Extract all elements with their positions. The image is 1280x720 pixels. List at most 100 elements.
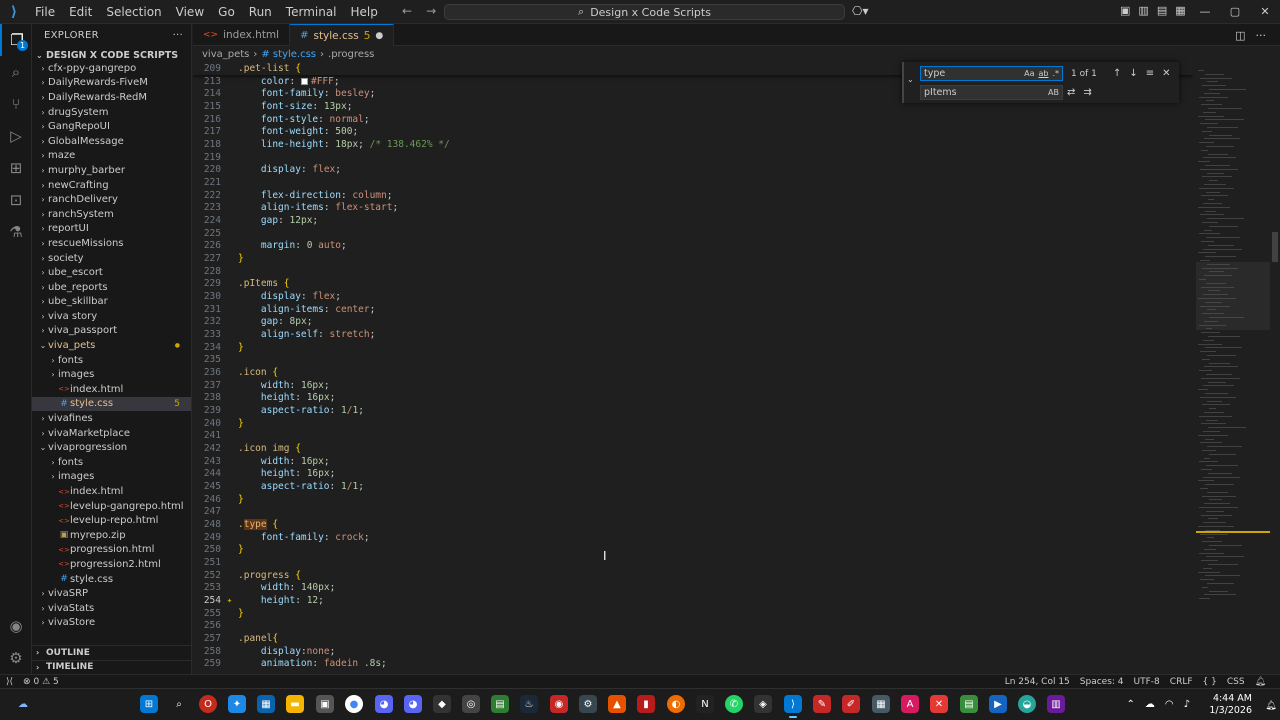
- code-line[interactable]: 247: [193, 506, 1193, 519]
- copilot-icon[interactable]: ⎔▾: [852, 4, 869, 18]
- code-line[interactable]: 253 width: 140px;: [193, 582, 1193, 595]
- tab-style-css[interactable]: # style.css 5 ●: [290, 24, 395, 46]
- search-activity-icon[interactable]: ⌕: [0, 56, 32, 88]
- testing-icon[interactable]: ⚗: [0, 216, 32, 248]
- layout-icon[interactable]: ▣: [1120, 4, 1130, 17]
- winrar-icon[interactable]: ▥: [1047, 695, 1065, 713]
- tree-folder[interactable]: › GlobalMessage: [32, 134, 191, 149]
- outline-section[interactable]: › OUTLINE: [32, 645, 191, 660]
- settings-app-icon[interactable]: ⚙: [579, 695, 597, 713]
- tree-folder[interactable]: › ube_skillbar: [32, 295, 191, 310]
- menu-item-view[interactable]: View: [169, 0, 211, 24]
- opera-icon[interactable]: O: [199, 695, 217, 713]
- code-line[interactable]: 231 align-items: center;: [193, 303, 1193, 316]
- discord-icon[interactable]: ◕: [404, 695, 422, 713]
- more-actions-icon[interactable]: ···: [173, 30, 183, 41]
- pen-app-icon[interactable]: ✎: [813, 695, 831, 713]
- tree-folder[interactable]: › society: [32, 251, 191, 266]
- lightbulb-icon[interactable]: ✦: [221, 596, 238, 606]
- tree-file[interactable]: # style.css 5: [32, 396, 191, 412]
- maximize-icon[interactable]: ▢: [1220, 0, 1250, 24]
- figma-icon[interactable]: ◆: [433, 695, 451, 713]
- toggle-replace-chevron-icon[interactable]: ⌄: [907, 75, 914, 84]
- volume-icon[interactable]: ♪: [1184, 699, 1190, 710]
- code-line[interactable]: 246}: [193, 493, 1193, 506]
- find-in-selection-icon[interactable]: ≡: [1146, 68, 1154, 79]
- replace-icon[interactable]: ⇄: [1067, 87, 1075, 98]
- vlc-icon[interactable]: ▲: [608, 695, 626, 713]
- source-control-icon[interactable]: ⑂: [0, 88, 32, 120]
- code-line[interactable]: 223 align-items: flex-start;: [193, 201, 1193, 214]
- tray-chevron-icon[interactable]: ⌃: [1126, 699, 1134, 710]
- back-arrow-icon[interactable]: ←: [402, 4, 412, 18]
- previous-match-icon[interactable]: ↑: [1113, 68, 1121, 79]
- store-icon[interactable]: ▦: [257, 695, 275, 713]
- tree-folder[interactable]: ⌄ viva_pets ●: [32, 338, 191, 353]
- timeline-section[interactable]: › TIMELINE: [32, 659, 191, 675]
- tree-folder[interactable]: › viva story: [32, 309, 191, 324]
- split-editor-icon[interactable]: ◫: [1235, 29, 1245, 42]
- notifications-bell-icon[interactable]: 🔔︎: [1255, 677, 1266, 687]
- code-line[interactable]: 227}: [193, 252, 1193, 265]
- firefox-icon[interactable]: ◐: [667, 695, 685, 713]
- code-line[interactable]: 249 font-family: crock;: [193, 531, 1193, 544]
- code-line[interactable]: 243 width: 16px;: [193, 455, 1193, 468]
- chrome-icon[interactable]: ●: [345, 695, 363, 713]
- tree-folder[interactable]: › vivaStats: [32, 601, 191, 616]
- tree-folder[interactable]: › ranchSystem: [32, 207, 191, 222]
- run-debug-icon[interactable]: ▷: [0, 120, 32, 152]
- code-line[interactable]: 218 line-height: 18px; /* 138.462% */: [193, 138, 1193, 151]
- code-line[interactable]: 216 font-style: normal;: [193, 113, 1193, 126]
- tree-folder[interactable]: › ube_reports: [32, 280, 191, 295]
- code-line[interactable]: 228: [193, 265, 1193, 278]
- menu-item-edit[interactable]: Edit: [62, 0, 99, 24]
- find-input[interactable]: type Aa ab .*: [920, 66, 1063, 81]
- whatsapp-icon[interactable]: ✆: [725, 695, 743, 713]
- code-line[interactable]: 245 aspect-ratio: 1/1;: [193, 480, 1193, 493]
- code-line[interactable]: 256: [193, 620, 1193, 633]
- code-line[interactable]: 224 gap: 12px;: [193, 214, 1193, 227]
- code-line[interactable]: 254 ✦ height: 12;: [193, 594, 1193, 607]
- notification-bell-icon[interactable]: 🔔︎: [1262, 697, 1280, 715]
- close-window-icon[interactable]: ✕: [1250, 0, 1280, 24]
- tree-folder[interactable]: › vivaSRP: [32, 586, 191, 601]
- code-line[interactable]: 229 .pItems {: [193, 277, 1193, 290]
- tree-file[interactable]: # style.css: [32, 572, 191, 587]
- cursor-position[interactable]: Ln 254, Col 15: [1005, 677, 1070, 687]
- code-line[interactable]: 238 height: 16px;: [193, 391, 1193, 404]
- menu-item-file[interactable]: File: [28, 0, 62, 24]
- encoding[interactable]: UTF-8: [1134, 677, 1160, 687]
- edge-icon[interactable]: ◒: [1018, 695, 1036, 713]
- tree-folder[interactable]: › maze: [32, 149, 191, 164]
- tab-index-html[interactable]: <> index.html: [193, 24, 291, 46]
- calculator-icon[interactable]: ▦: [872, 695, 890, 713]
- onedrive-icon[interactable]: ☁: [1145, 699, 1155, 710]
- code-line[interactable]: 252 .progress {: [193, 569, 1193, 582]
- code-line[interactable]: 221: [193, 176, 1193, 189]
- code-line[interactable]: 248 .type {: [193, 518, 1193, 531]
- tree-folder[interactable]: › images: [32, 470, 191, 485]
- tree-folder[interactable]: › vivaStore: [32, 616, 191, 631]
- indentation[interactable]: Spaces: 4: [1080, 677, 1124, 687]
- breadcrumb-folder[interactable]: viva_pets: [202, 49, 249, 60]
- editor-more-icon[interactable]: ···: [1256, 29, 1267, 42]
- code-line[interactable]: 233 align-self: stretch;: [193, 328, 1193, 341]
- end-of-line[interactable]: CRLF: [1170, 677, 1193, 687]
- taskbar-search-icon[interactable]: ⌕: [170, 695, 188, 713]
- code-line[interactable]: 225: [193, 227, 1193, 240]
- account-icon[interactable]: ◉: [0, 610, 32, 642]
- code-line[interactable]: 251: [193, 556, 1193, 569]
- media-app-icon[interactable]: ◉: [550, 695, 568, 713]
- replace-all-icon[interactable]: ⇉: [1083, 87, 1091, 98]
- code-line[interactable]: 230 display: flex;: [193, 290, 1193, 303]
- notion-icon[interactable]: N: [696, 695, 714, 713]
- tree-file[interactable]: <> index.html: [32, 382, 191, 397]
- tree-folder[interactable]: › newCrafting: [32, 178, 191, 193]
- tree-folder[interactable]: › rescueMissions: [32, 236, 191, 251]
- terminal-app-icon[interactable]: ▶: [989, 695, 1007, 713]
- tree-folder[interactable]: › vivaMarketplace: [32, 426, 191, 441]
- forward-arrow-icon[interactable]: →: [426, 4, 436, 18]
- code-line[interactable]: 255}: [193, 607, 1193, 620]
- weather-widget-icon[interactable]: ☁: [14, 695, 32, 713]
- unsaved-dot-icon[interactable]: ●: [375, 31, 383, 41]
